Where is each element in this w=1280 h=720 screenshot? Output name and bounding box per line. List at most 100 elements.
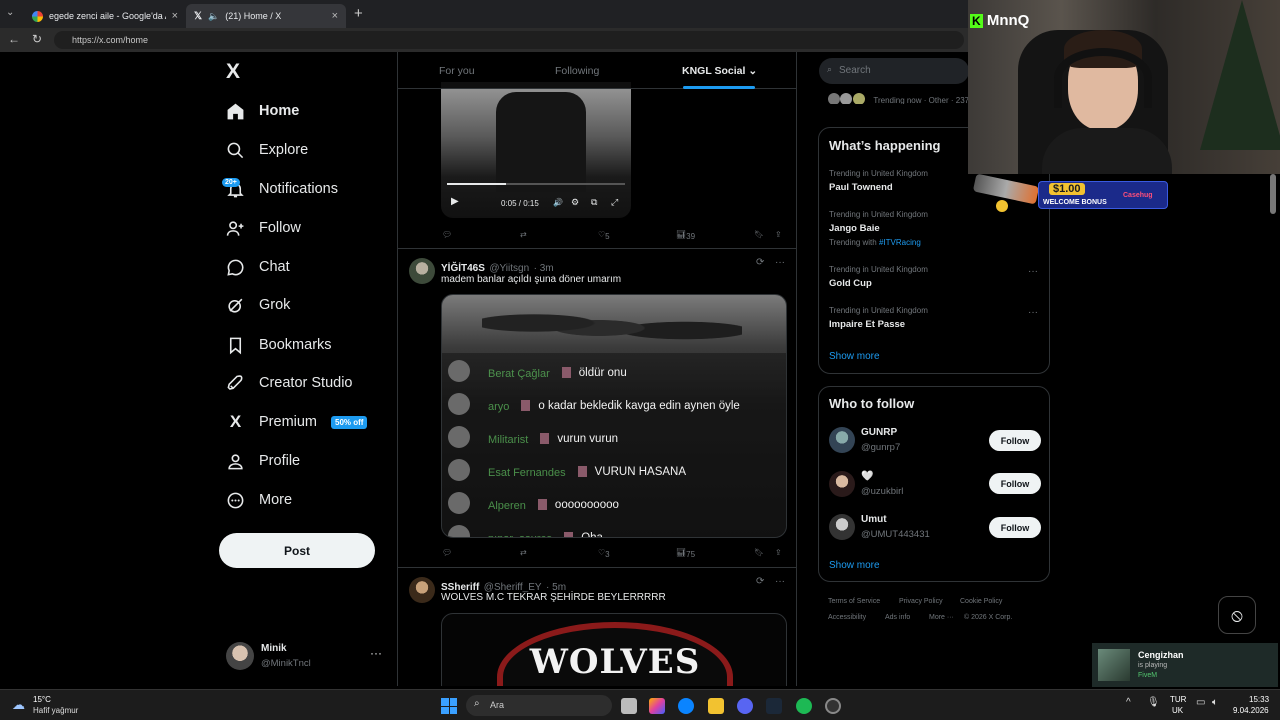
- user-name[interactable]: GUNRP: [861, 427, 897, 438]
- tweet-more-icon[interactable]: ···: [775, 576, 785, 587]
- new-tab-button[interactable]: +: [354, 5, 363, 22]
- footer-link[interactable]: Ads info: [885, 614, 910, 621]
- grok-floating-button[interactable]: ⦸: [1218, 596, 1256, 634]
- follow-button[interactable]: Follow: [989, 517, 1041, 538]
- bookmark-icon[interactable]: 🔖︎: [754, 230, 764, 239]
- taskbar-search[interactable]: ⌕ Ara: [466, 695, 612, 716]
- browser-tab-google[interactable]: egede zenci aile - Google'da Ara ×: [24, 4, 186, 28]
- x-logo-icon[interactable]: X: [226, 60, 240, 84]
- follow-button[interactable]: Follow: [989, 430, 1041, 451]
- avatar[interactable]: [829, 514, 855, 540]
- settings-icon[interactable]: ⚙: [571, 197, 579, 208]
- sidebar-item-chat[interactable]: Chat: [226, 252, 290, 282]
- network-icon[interactable]: ▭: [1196, 697, 1205, 708]
- activity-notification[interactable]: Cengizhan is playing FiveM: [1092, 643, 1278, 687]
- sidebar-item-explore[interactable]: Explore: [226, 135, 308, 165]
- avatar[interactable]: [829, 471, 855, 497]
- footer-link[interactable]: More ···: [929, 614, 954, 621]
- views-button[interactable]: 📊︎ 75: [676, 548, 695, 559]
- close-tab-icon[interactable]: ×: [172, 10, 178, 22]
- spotify-icon[interactable]: [796, 698, 812, 714]
- clock-time[interactable]: 15:33: [1249, 695, 1269, 704]
- back-icon[interactable]: ←: [8, 32, 20, 46]
- sidebar-item-grok[interactable]: Grok: [226, 290, 290, 320]
- tray-chevron-icon[interactable]: ^: [1126, 697, 1131, 708]
- reply-icon[interactable]: 💬︎: [442, 548, 452, 557]
- grok-icon[interactable]: ⟳: [756, 576, 764, 587]
- account-more-icon[interactable]: ···: [370, 646, 382, 660]
- search-input[interactable]: ⌕ Search: [819, 58, 969, 84]
- tab-list-chevron-icon[interactable]: ⌄: [6, 7, 14, 18]
- tweet-video-card[interactable]: ▶ 0:05 / 0:15 🔊 ⚙ ⧉ ⤢: [441, 82, 631, 218]
- play-icon[interactable]: ▶: [451, 196, 459, 207]
- task-view-icon[interactable]: [621, 698, 637, 714]
- like-button[interactable]: ♡ 3: [598, 548, 610, 559]
- lang1[interactable]: TUR: [1170, 695, 1186, 704]
- tweet-author-name[interactable]: YİĞİT46S: [441, 263, 485, 274]
- close-tab-icon[interactable]: ×: [332, 10, 338, 22]
- reply-icon[interactable]: 💬︎: [442, 230, 452, 239]
- speaker-icon[interactable]: 🔈: [208, 11, 219, 22]
- avatar[interactable]: [829, 427, 855, 453]
- trend-more-icon[interactable]: ···: [1028, 307, 1038, 318]
- account-switcher[interactable]: Minik @MinikTncl ···: [226, 640, 386, 674]
- volume-icon[interactable]: 🔈︎: [1212, 697, 1218, 708]
- share-icon[interactable]: ⇪: [775, 548, 782, 557]
- copilot-icon[interactable]: [649, 698, 665, 714]
- fullscreen-icon[interactable]: ⤢: [611, 197, 618, 208]
- post-button[interactable]: Post: [219, 533, 375, 568]
- sidebar-item-profile[interactable]: Profile: [226, 446, 300, 476]
- avatar[interactable]: [409, 577, 435, 603]
- pip-icon[interactable]: ⧉: [591, 197, 597, 208]
- bookmark-icon[interactable]: 🔖︎: [754, 548, 764, 557]
- discord-icon[interactable]: [737, 698, 753, 714]
- tweet-more-icon[interactable]: ···: [775, 257, 785, 268]
- retweet-icon[interactable]: ⇄: [520, 230, 527, 239]
- show-more-link[interactable]: Show more: [829, 351, 880, 362]
- like-button[interactable]: ♡ 5: [598, 230, 610, 241]
- reload-icon[interactable]: ↻: [32, 32, 42, 46]
- sidebar-item-premium[interactable]: X Premium 50% off: [226, 407, 368, 437]
- user-name[interactable]: Umut: [861, 514, 887, 525]
- tweet-video-card[interactable]: Berat Çağlar öldür onu aryo o kadar bekledi…: [441, 294, 787, 538]
- grok-icon[interactable]: ⟳: [756, 257, 764, 268]
- tweet-author-handle[interactable]: @Yiitsgn: [489, 263, 529, 274]
- trending-now-strip[interactable]: Trending now · Other · 237: [828, 90, 968, 104]
- scrollbar[interactable]: [1270, 174, 1276, 214]
- follow-button[interactable]: Follow: [989, 473, 1041, 494]
- sidebar-item-more[interactable]: More: [226, 485, 292, 515]
- weather-temp[interactable]: 15°C: [33, 695, 51, 704]
- start-icon[interactable]: [441, 698, 457, 714]
- sidebar-item-creator-studio[interactable]: Creator Studio: [226, 368, 353, 398]
- app-icon[interactable]: [825, 698, 841, 714]
- user-name[interactable]: 🤍: [861, 471, 873, 482]
- file-explorer-icon[interactable]: [708, 698, 724, 714]
- browser-tab-x[interactable]: 𝕏 🔈 (21) Home / X ×: [186, 4, 346, 28]
- footer-link[interactable]: Privacy Policy: [899, 598, 943, 605]
- views-button[interactable]: 📊︎ 39: [676, 230, 695, 241]
- url-field[interactable]: https://x.com/home: [54, 31, 964, 49]
- trend-more-icon[interactable]: ···: [1028, 266, 1038, 277]
- sidebar-item-notifications[interactable]: Notifications: [226, 174, 338, 204]
- tweet-time[interactable]: · 3m: [534, 263, 554, 274]
- edge-icon[interactable]: [678, 698, 694, 714]
- tweet-image[interactable]: WOLVES: [441, 613, 787, 686]
- steam-icon[interactable]: [766, 698, 782, 714]
- sidebar-item-bookmarks[interactable]: Bookmarks: [226, 330, 332, 360]
- footer-link[interactable]: Cookie Policy: [960, 598, 1002, 605]
- share-icon[interactable]: ⇪: [775, 230, 782, 239]
- volume-icon[interactable]: 🔊: [553, 198, 563, 207]
- footer-link[interactable]: Accessibility: [828, 614, 866, 621]
- sidebar-item-follow[interactable]: Follow: [226, 213, 301, 243]
- show-more-link[interactable]: Show more: [829, 560, 880, 571]
- footer-link[interactable]: Terms of Service: [828, 598, 880, 605]
- video-progress-track[interactable]: [447, 183, 625, 185]
- sidebar-item-home[interactable]: Home: [226, 96, 299, 126]
- avatar[interactable]: [409, 258, 435, 284]
- tab-for-you[interactable]: For you: [439, 65, 475, 77]
- microphone-icon[interactable]: 🎙︎: [1147, 697, 1160, 708]
- retweet-icon[interactable]: ⇄: [520, 548, 527, 557]
- tab-following[interactable]: Following: [555, 65, 599, 77]
- tab-kngl-social[interactable]: KNGL Social ⌄: [682, 65, 757, 77]
- trend-hashtag[interactable]: #ITVRacing: [879, 238, 921, 247]
